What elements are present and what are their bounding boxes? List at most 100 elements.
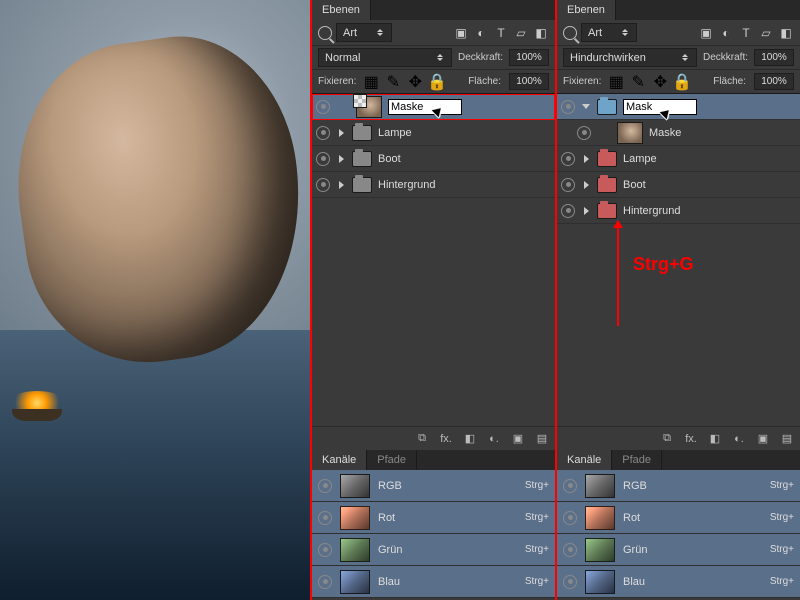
- lock-pixels-icon[interactable]: ✎: [386, 75, 400, 89]
- layer-row-lampe[interactable]: Lampe: [557, 146, 800, 172]
- layer-list: Lampe Boot Hintergrund: [312, 94, 555, 426]
- fx-icon[interactable]: fx.: [439, 432, 453, 446]
- layer-row-group-mask[interactable]: [557, 94, 800, 120]
- tab-channels[interactable]: Kanäle: [312, 450, 367, 470]
- visibility-toggle-icon[interactable]: [318, 575, 332, 589]
- lock-transparency-icon[interactable]: ▦: [364, 75, 378, 89]
- visibility-toggle-icon[interactable]: [561, 178, 575, 192]
- channel-row-gruen[interactable]: Grün Strg+: [312, 534, 555, 566]
- lock-transparency-icon[interactable]: ▦: [609, 75, 623, 89]
- expand-toggle[interactable]: [581, 206, 591, 216]
- opacity-label: Deckkraft:: [458, 52, 503, 63]
- filter-type-dropdown[interactable]: Art: [336, 23, 392, 42]
- tab-channels[interactable]: Kanäle: [557, 450, 612, 470]
- visibility-toggle-icon[interactable]: [316, 178, 330, 192]
- channel-thumbnail: [340, 570, 370, 594]
- channel-row-rgb[interactable]: RGB Strg+: [312, 470, 555, 502]
- tab-paths[interactable]: Pfade: [612, 450, 662, 470]
- visibility-toggle-icon[interactable]: [316, 126, 330, 140]
- expand-toggle[interactable]: [336, 128, 346, 138]
- new-layer-icon[interactable]: ▤: [780, 432, 794, 446]
- mask-icon[interactable]: ◧: [463, 432, 477, 446]
- channel-row-rot[interactable]: Rot Strg+: [312, 502, 555, 534]
- search-icon[interactable]: [318, 26, 332, 40]
- filter-type-dropdown[interactable]: Art: [581, 23, 637, 42]
- tab-layers[interactable]: Ebenen: [557, 0, 616, 20]
- adjustment-icon[interactable]: ◐.: [487, 432, 501, 446]
- channel-row-blau[interactable]: Blau Strg+: [312, 566, 555, 598]
- lock-all-icon[interactable]: 🔒: [430, 75, 444, 89]
- tab-layers[interactable]: Ebenen: [312, 0, 371, 20]
- chevron-right-icon: [339, 129, 344, 137]
- blend-mode-dropdown[interactable]: Hindurchwirken: [563, 48, 697, 67]
- channel-row-blau[interactable]: Blau Strg+: [557, 566, 800, 598]
- layer-thumbnail[interactable]: [356, 96, 382, 118]
- channels-tab-bar: Kanäle Pfade: [557, 450, 800, 470]
- layer-thumbnail[interactable]: [617, 122, 643, 144]
- visibility-toggle-icon[interactable]: [316, 152, 330, 166]
- opacity-value[interactable]: 100%: [509, 49, 549, 66]
- text-filter-icon[interactable]: T: [493, 25, 509, 41]
- visibility-toggle-icon[interactable]: [563, 543, 577, 557]
- visibility-toggle-icon[interactable]: [563, 575, 577, 589]
- blend-mode-dropdown[interactable]: Normal: [318, 48, 452, 67]
- layer-row-maske[interactable]: [312, 94, 555, 120]
- layer-row-lampe[interactable]: Lampe: [312, 120, 555, 146]
- visibility-toggle-icon[interactable]: [318, 511, 332, 525]
- mask-icon[interactable]: ◧: [708, 432, 722, 446]
- shape-filter-icon[interactable]: ▱: [758, 25, 774, 41]
- visibility-toggle-icon[interactable]: [316, 100, 330, 114]
- blend-mode-value: Hindurchwirken: [570, 52, 646, 64]
- visibility-toggle-icon[interactable]: [318, 543, 332, 557]
- lock-position-icon[interactable]: ✥: [408, 75, 422, 89]
- link-layers-icon[interactable]: ⧉: [415, 432, 429, 446]
- visibility-toggle-icon[interactable]: [561, 204, 575, 218]
- text-filter-icon[interactable]: T: [738, 25, 754, 41]
- layer-name-label: Boot: [623, 179, 646, 191]
- group-icon[interactable]: ▣: [511, 432, 525, 446]
- expand-toggle[interactable]: [581, 154, 591, 164]
- visibility-toggle-icon[interactable]: [563, 479, 577, 493]
- lock-all-icon[interactable]: 🔒: [675, 75, 689, 89]
- search-icon[interactable]: [563, 26, 577, 40]
- fx-icon[interactable]: fx.: [684, 432, 698, 446]
- fill-value[interactable]: 100%: [754, 73, 794, 90]
- layer-row-maske-child[interactable]: Maske: [557, 120, 800, 146]
- image-filter-icon[interactable]: ▣: [453, 25, 469, 41]
- new-layer-icon[interactable]: ▤: [535, 432, 549, 446]
- adjust-filter-icon[interactable]: ◐: [473, 25, 489, 41]
- visibility-toggle-icon[interactable]: [561, 100, 575, 114]
- visibility-toggle-icon[interactable]: [577, 126, 591, 140]
- channel-name: RGB: [623, 480, 762, 492]
- expand-toggle[interactable]: [336, 180, 346, 190]
- adjust-filter-icon[interactable]: ◐: [718, 25, 734, 41]
- layer-row-boot[interactable]: Boot: [312, 146, 555, 172]
- fill-value[interactable]: 100%: [509, 73, 549, 90]
- smart-filter-icon[interactable]: ◧: [778, 25, 794, 41]
- channel-row-rgb[interactable]: RGB Strg+: [557, 470, 800, 502]
- expand-toggle[interactable]: [581, 180, 591, 190]
- tab-paths[interactable]: Pfade: [367, 450, 417, 470]
- visibility-toggle-icon[interactable]: [318, 479, 332, 493]
- expand-toggle[interactable]: [581, 102, 591, 112]
- layer-row-boot[interactable]: Boot: [557, 172, 800, 198]
- image-filter-icon[interactable]: ▣: [698, 25, 714, 41]
- opacity-value[interactable]: 100%: [754, 49, 794, 66]
- lock-pixels-icon[interactable]: ✎: [631, 75, 645, 89]
- expand-toggle[interactable]: [336, 154, 346, 164]
- visibility-toggle-icon[interactable]: [563, 511, 577, 525]
- layer-row-hintergrund[interactable]: Hintergrund: [557, 198, 800, 224]
- channel-row-rot[interactable]: Rot Strg+: [557, 502, 800, 534]
- channel-row-gruen[interactable]: Grün Strg+: [557, 534, 800, 566]
- group-icon[interactable]: ▣: [756, 432, 770, 446]
- layer-rename-input[interactable]: [388, 99, 462, 115]
- lock-position-icon[interactable]: ✥: [653, 75, 667, 89]
- shape-filter-icon[interactable]: ▱: [513, 25, 529, 41]
- group-rename-input[interactable]: [623, 99, 697, 115]
- layers-panel-left: Ebenen Art ▣ ◐ T ▱ ◧ Normal Deckkraft: 1…: [310, 0, 555, 600]
- adjustment-icon[interactable]: ◐.: [732, 432, 746, 446]
- smart-filter-icon[interactable]: ◧: [533, 25, 549, 41]
- visibility-toggle-icon[interactable]: [561, 152, 575, 166]
- layer-row-hintergrund[interactable]: Hintergrund: [312, 172, 555, 198]
- link-layers-icon[interactable]: ⧉: [660, 432, 674, 446]
